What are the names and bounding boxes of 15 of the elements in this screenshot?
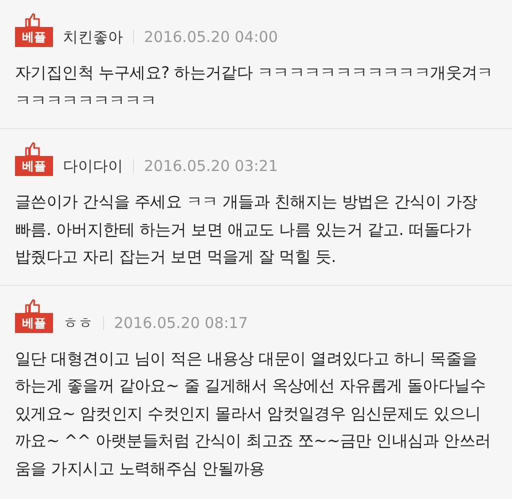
- best-badge: 베플: [15, 156, 53, 176]
- thumbs-up-icon: [25, 142, 41, 156]
- comment-date: 2016.05.20 04:00: [144, 27, 278, 47]
- comment-date: 2016.05.20 08:17: [114, 312, 248, 332]
- comment-date: 2016.05.20 03:21: [144, 156, 278, 176]
- comment-text: 자기집인척 누구세요? 하는거같다 ㅋㅋㅋㅋㅋㅋㅋㅋㅋㅋㅋ개웃겨ㅋ ㅋㅋㅋㅋㅋㅋㅋㅋㅋ: [15, 62, 494, 112]
- comment-text: 일단 대형견이고 님이 적은 내용상 대문이 열려있다고 하니 목줄을 하는게 좋을꺼 같아요~ 줄 길게해서 옥상에선 자유롭게 돌아다닐수 있게요~ 암컷인지 수컷인지 몰라서 암컷일경우 임신문제도 있으니 까요~ ^^ 아랫분들처럼 간식이 최고죠 쪼~~금만 인내심과 안쓰러 움을 가지시고 노력해주심 안될까용: [15, 348, 492, 480]
- thumbs-up-icon: [25, 298, 41, 312]
- author-name: 치킨좋아: [63, 27, 123, 47]
- best-badge: 베플: [15, 27, 53, 47]
- best-badge: 베플: [15, 312, 53, 332]
- thumbs-up-icon: [25, 13, 41, 27]
- comment-text: 글쓴이가 간식을 주세요 ㅋㅋ 개들과 친해지는 방법은 간식이 가장 빠름. 아버지한테 하는거 보면 애교도 나름 있는거 같고. 떠돌다가 밥줬다고 자리 잡는거 보면 먹을게 잘 먹힐 듯.: [15, 191, 478, 268]
- author-name: ㅎㅎ: [63, 312, 93, 332]
- author-name: 다이다이: [63, 156, 123, 176]
